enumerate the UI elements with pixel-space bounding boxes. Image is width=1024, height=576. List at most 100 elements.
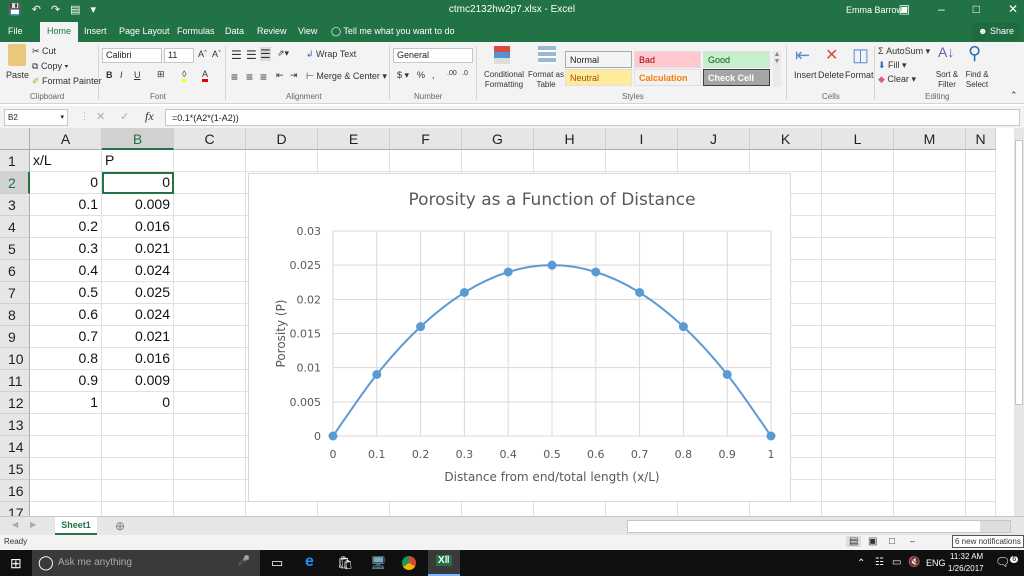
cell-n4[interactable]	[966, 216, 996, 238]
normal-view-icon[interactable]: ▤	[846, 536, 862, 547]
column-header-m[interactable]: M	[894, 128, 966, 150]
column-header-e[interactable]: E	[318, 128, 390, 150]
increase-indent-icon[interactable]: ⇥	[290, 70, 298, 81]
tab-view[interactable]: View	[298, 26, 317, 36]
cell-k1[interactable]	[750, 150, 822, 172]
excel-taskbar-button[interactable]: X‖	[428, 550, 460, 576]
cell-a8[interactable]: 0.6	[30, 304, 102, 326]
cell-b2[interactable]: 0	[102, 172, 174, 194]
cell-b13[interactable]	[102, 414, 174, 436]
conditional-formatting-icon[interactable]	[494, 46, 510, 64]
format-cells-button[interactable]: Format	[845, 70, 874, 80]
cell-i17[interactable]	[606, 502, 678, 516]
row-header-11[interactable]: 11	[0, 370, 30, 392]
column-header-f[interactable]: F	[390, 128, 462, 150]
tab-home[interactable]: Home	[40, 22, 79, 42]
cell-l17[interactable]	[822, 502, 894, 516]
row-header-10[interactable]: 10	[0, 348, 30, 370]
magnifier-icon[interactable]: ⚲	[968, 43, 981, 64]
cell-a7[interactable]: 0.5	[30, 282, 102, 304]
cell-b6[interactable]: 0.024	[102, 260, 174, 282]
wrap-text-button[interactable]: ↲ Wrap Text	[306, 49, 356, 60]
cell-m3[interactable]	[894, 194, 966, 216]
align-top-icon[interactable]: ☰	[231, 48, 242, 62]
insert-function-icon[interactable]: fx	[145, 109, 154, 124]
number-format-select[interactable]: General	[393, 48, 473, 63]
show-hidden-icons[interactable]: ⌃	[857, 558, 865, 569]
row-header-4[interactable]: 4	[0, 216, 30, 238]
cell-n11[interactable]	[966, 370, 996, 392]
align-right-icon[interactable]: ≡	[260, 70, 267, 84]
row-header-3[interactable]: 3	[0, 194, 30, 216]
cell-b5[interactable]: 0.021	[102, 238, 174, 260]
font-size-select[interactable]: 11	[164, 48, 194, 63]
cell-n17[interactable]	[966, 502, 996, 516]
user-name[interactable]: Emma Barrow	[846, 5, 903, 15]
align-middle-icon[interactable]: ☰	[246, 48, 257, 62]
cell-l4[interactable]	[822, 216, 894, 238]
column-header-l[interactable]: L	[822, 128, 894, 150]
cell-a6[interactable]: 0.4	[30, 260, 102, 282]
cell-c6[interactable]	[174, 260, 246, 282]
cell-m4[interactable]	[894, 216, 966, 238]
zoom-out-icon[interactable]: –	[910, 536, 915, 546]
tab-review[interactable]: Review	[257, 26, 287, 36]
cell-c2[interactable]	[174, 172, 246, 194]
comma-button[interactable]: ,	[432, 70, 435, 80]
column-header-i[interactable]: I	[606, 128, 678, 150]
conditional-formatting-button[interactable]: Conditional Formatting	[481, 70, 527, 90]
column-header-c[interactable]: C	[174, 128, 246, 150]
autosum-button[interactable]: Σ AutoSum ▾	[878, 46, 930, 57]
row-header-7[interactable]: 7	[0, 282, 30, 304]
column-header-n[interactable]: N	[966, 128, 996, 150]
cell-c10[interactable]	[174, 348, 246, 370]
cell-g1[interactable]	[462, 150, 534, 172]
format-cells-icon[interactable]: ◫	[852, 45, 869, 66]
wifi-icon[interactable]: ☷	[875, 557, 884, 568]
task-view-icon[interactable]: ▭	[271, 555, 283, 571]
maximize-button[interactable]: □	[973, 2, 980, 16]
cell-c9[interactable]	[174, 326, 246, 348]
cell-n14[interactable]	[966, 436, 996, 458]
cell-n13[interactable]	[966, 414, 996, 436]
cell-k17[interactable]	[750, 502, 822, 516]
cell-l6[interactable]	[822, 260, 894, 282]
clock-date[interactable]: 1/26/2017	[948, 564, 984, 573]
collapse-ribbon-icon[interactable]: ⌃	[1010, 90, 1018, 101]
cell-f1[interactable]	[390, 150, 462, 172]
cell-n9[interactable]	[966, 326, 996, 348]
borders-icon[interactable]: ⊞	[157, 69, 165, 80]
cell-h17[interactable]	[534, 502, 606, 516]
cell-n3[interactable]	[966, 194, 996, 216]
cell-a11[interactable]: 0.9	[30, 370, 102, 392]
cell-n1[interactable]	[966, 150, 996, 172]
column-header-b[interactable]: B	[102, 128, 174, 150]
cell-m8[interactable]	[894, 304, 966, 326]
style-normal[interactable]: Normal	[565, 51, 632, 68]
tab-file[interactable]: File	[8, 26, 23, 36]
cell-l15[interactable]	[822, 458, 894, 480]
cell-g17[interactable]	[462, 502, 534, 516]
fill-button[interactable]: ⬇ Fill ▾	[878, 60, 907, 71]
cell-b9[interactable]: 0.021	[102, 326, 174, 348]
grow-font-button[interactable]: Aˆ	[198, 49, 207, 59]
column-header-j[interactable]: J	[678, 128, 750, 150]
cell-c16[interactable]	[174, 480, 246, 502]
cell-a17[interactable]	[30, 502, 102, 516]
cell-e1[interactable]	[318, 150, 390, 172]
cell-n15[interactable]	[966, 458, 996, 480]
store-icon[interactable]: 🛍	[337, 555, 354, 571]
cell-c11[interactable]	[174, 370, 246, 392]
cell-a16[interactable]	[30, 480, 102, 502]
cell-b16[interactable]	[102, 480, 174, 502]
vertical-scrollbar[interactable]	[1014, 128, 1024, 516]
cell-l14[interactable]	[822, 436, 894, 458]
row-header-6[interactable]: 6	[0, 260, 30, 282]
chrome-icon[interactable]	[402, 556, 416, 570]
cell-m10[interactable]	[894, 348, 966, 370]
cell-l5[interactable]	[822, 238, 894, 260]
cell-n10[interactable]	[966, 348, 996, 370]
cell-l9[interactable]	[822, 326, 894, 348]
cell-b17[interactable]	[102, 502, 174, 516]
increase-decimal-icon[interactable]: .00	[447, 70, 457, 77]
